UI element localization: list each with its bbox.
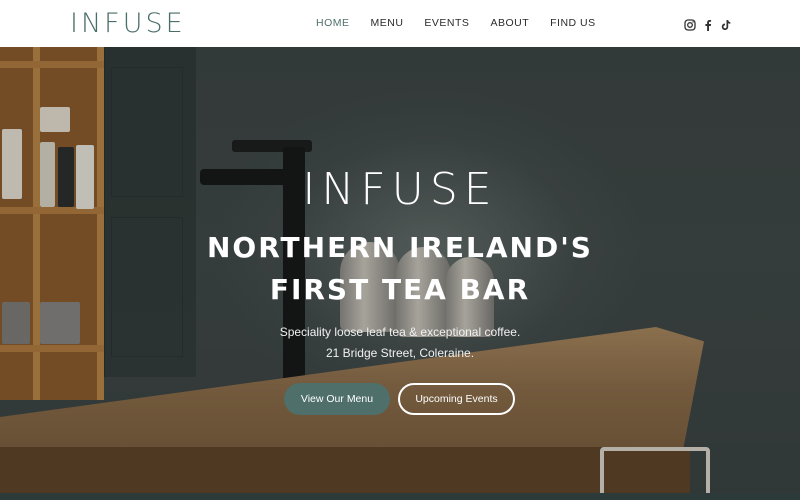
hero-logo: INFUSE [302, 164, 498, 215]
social-links [684, 16, 732, 31]
nav-menu[interactable]: MENU [371, 17, 404, 29]
hero-subtitle: Speciality loose leaf tea & exceptional … [0, 322, 800, 364]
tiktok-icon[interactable] [720, 16, 732, 30]
instagram-icon[interactable] [684, 16, 696, 31]
hero-subtitle-line-2: 21 Bridge Street, Coleraine. [325, 346, 475, 360]
site-logo[interactable]: INFUSE [70, 7, 186, 39]
hero-title-line-2: FIRST TEA BAR [269, 273, 531, 306]
hero-title-line-1: NORTHERN IRELAND'S [207, 231, 593, 264]
nav-find-us[interactable]: FIND US [550, 17, 596, 29]
hero-title: NORTHERN IRELAND'S FIRST TEA BAR [0, 227, 800, 311]
hero-section: INFUSE NORTHERN IRELAND'S FIRST TEA BAR … [0, 47, 800, 500]
bottom-strip [0, 493, 800, 500]
upcoming-events-button[interactable]: Upcoming Events [398, 383, 515, 415]
logo-text: INFUSE [70, 7, 186, 39]
main-nav: HOME MENU EVENTS ABOUT FIND US [316, 17, 617, 29]
hero-subtitle-line-1: Speciality loose leaf tea & exceptional … [279, 325, 521, 339]
site-header: INFUSE HOME MENU EVENTS ABOUT FIND US [0, 0, 800, 47]
nav-home[interactable]: HOME [316, 17, 350, 29]
nav-about[interactable]: ABOUT [490, 17, 529, 29]
nav-events[interactable]: EVENTS [424, 17, 469, 29]
facebook-icon[interactable] [702, 16, 714, 31]
view-menu-button[interactable]: View Our Menu [284, 383, 390, 415]
